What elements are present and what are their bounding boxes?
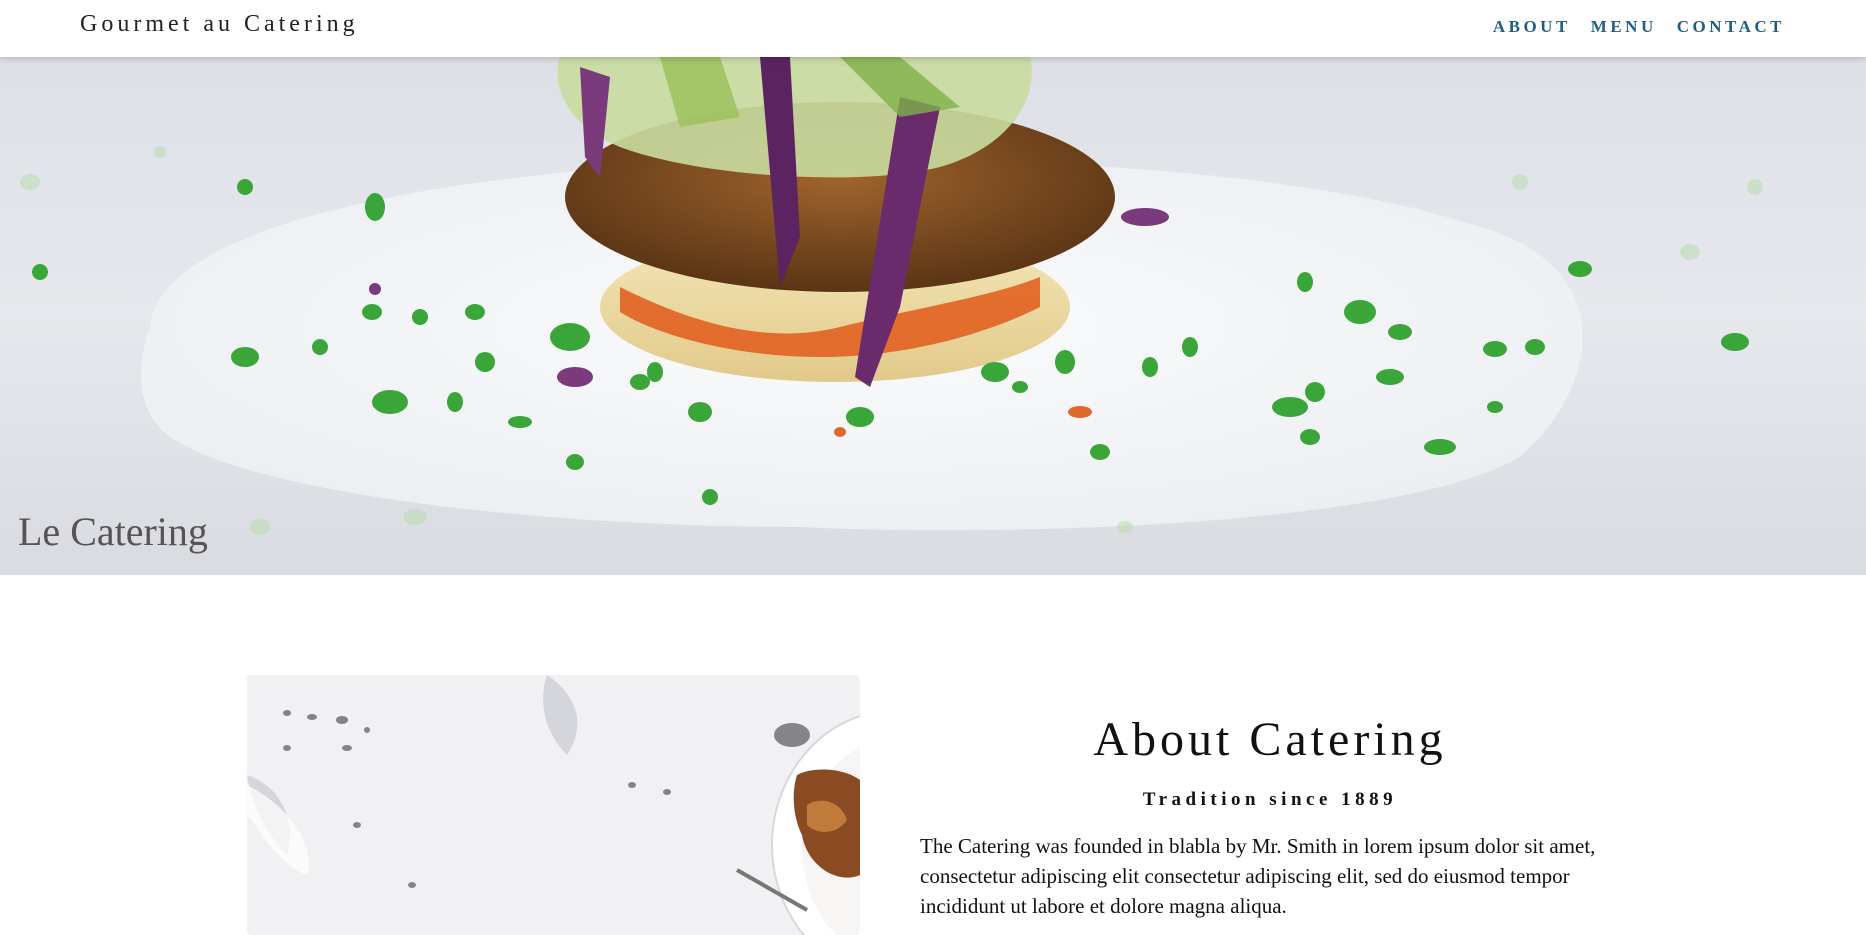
nav-about-link[interactable]: ABOUT: [1493, 17, 1571, 37]
about-title: About Catering: [1093, 713, 1447, 766]
nav-menu-link[interactable]: MENU: [1591, 17, 1657, 37]
hero-food-image: [20, 57, 1763, 535]
hero-banner: Le Catering: [0, 57, 1866, 575]
brand-logo-text[interactable]: Gourmet au Catering: [80, 11, 359, 38]
top-navbar: Gourmet au Catering ABOUT MENU CONTACT: [0, 0, 1866, 57]
hero-title: Le Catering: [18, 509, 208, 554]
about-subtitle: Tradition since 1889: [1142, 789, 1398, 810]
about-section: About Catering Tradition since 1889 The …: [920, 712, 1620, 921]
about-food-image: [247, 675, 860, 935]
nav-links: ABOUT MENU CONTACT: [1493, 17, 1785, 37]
nav-contact-link[interactable]: CONTACT: [1677, 17, 1785, 37]
